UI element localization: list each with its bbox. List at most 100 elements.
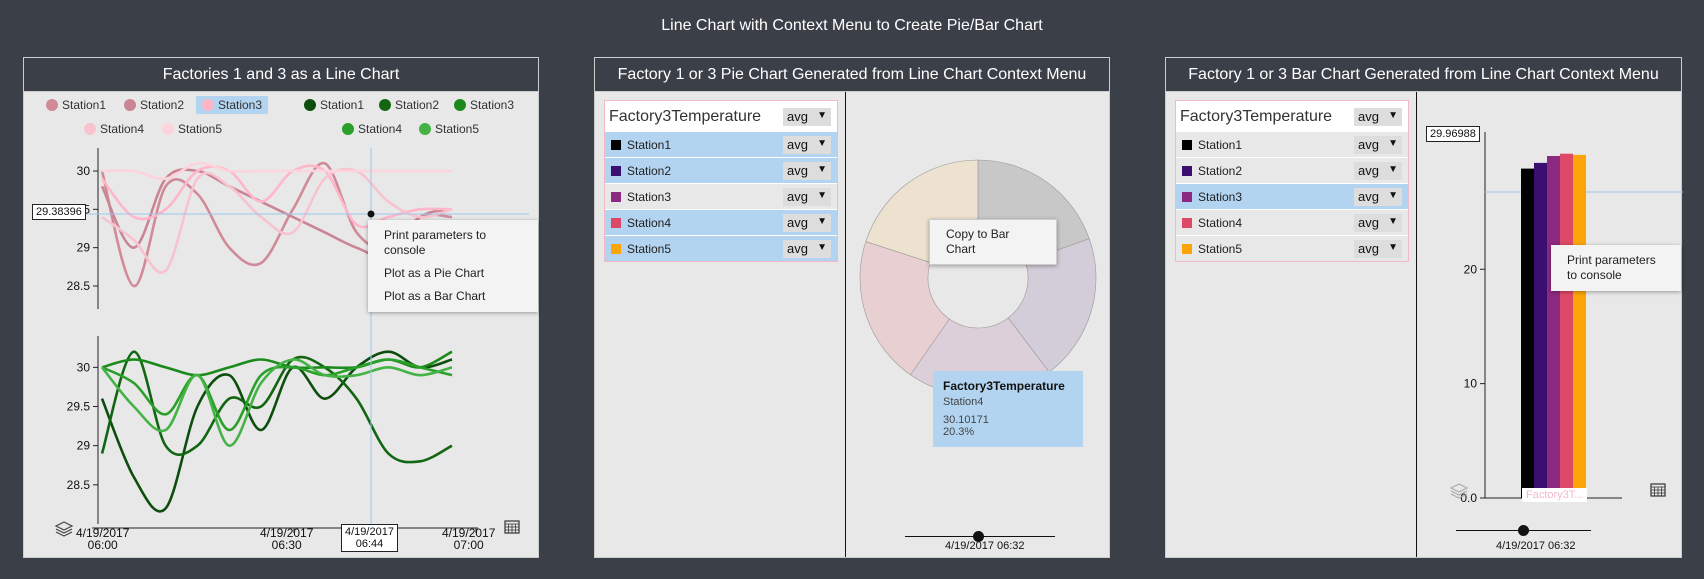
y-tick-label: 29 — [77, 241, 91, 255]
slider-handle[interactable] — [1518, 525, 1529, 536]
crosshair-point — [367, 210, 375, 218]
y-tick-label: 30 — [77, 164, 91, 178]
series-line-station5[interactable] — [101, 161, 452, 181]
tooltip-value: 30.10171 — [943, 414, 989, 426]
pie-agg-select[interactable]: avg ▼ — [783, 108, 831, 126]
select-value: avg — [787, 163, 808, 178]
y-tick-label: 30 — [77, 360, 91, 374]
bar-time-slider[interactable] — [1456, 524, 1591, 538]
pie-row-station1[interactable]: Station1 avg ▼ — [605, 131, 837, 157]
bar-row-station1[interactable]: Station1 avg ▼ — [1176, 131, 1408, 157]
color-swatch — [611, 140, 621, 150]
bar-y-tracker-value: 29.96988 — [1426, 126, 1480, 142]
x-tracker-time: 4/19/2017 06:44 — [341, 524, 398, 552]
select-value: avg — [787, 137, 808, 152]
color-swatch — [611, 244, 621, 254]
pie-row-station3[interactable]: Station3 avg ▼ — [605, 183, 837, 209]
bar-station4[interactable] — [1560, 153, 1573, 498]
station-agg-select[interactable]: avg ▼ — [783, 240, 831, 258]
y-tick-label: 29.5 — [67, 400, 91, 414]
color-swatch — [1182, 140, 1192, 150]
station-agg-select[interactable]: avg ▼ — [783, 214, 831, 232]
line-context-menu: Print parameters to console Plot as a Pi… — [368, 220, 538, 312]
pie-station-list: Station1 avg ▼ Station2 avg ▼ Station3 avg ▼ Stat… — [605, 131, 837, 261]
layers-icon[interactable] — [1449, 482, 1469, 500]
station-name: Station3 — [627, 190, 672, 204]
color-swatch — [611, 218, 621, 228]
chevron-down-icon: ▼ — [1388, 190, 1398, 201]
menu-plot-bar[interactable]: Plot as a Bar Chart — [368, 285, 538, 308]
x-tick-time: 06:00 — [87, 538, 118, 552]
station-agg-select[interactable]: avg ▼ — [1354, 240, 1402, 258]
pie-context-menu: Copy to Bar Chart — [929, 219, 1057, 265]
station-agg-select[interactable]: avg ▼ — [1354, 214, 1402, 232]
station-name: Station1 — [627, 138, 672, 152]
select-value: avg — [1358, 215, 1379, 230]
line-chart-panel: Factories 1 and 3 as a Line Chart Statio… — [23, 57, 539, 558]
chevron-down-icon: ▼ — [1388, 242, 1398, 253]
station-name: Station2 — [1198, 164, 1243, 178]
station-name: Station4 — [1198, 216, 1243, 230]
pie-row-station2[interactable]: Station2 avg ▼ — [605, 157, 837, 183]
pie-row-station4[interactable]: Station4 avg ▼ — [605, 209, 837, 235]
select-value: avg — [1358, 163, 1379, 178]
bar-station1[interactable] — [1521, 168, 1534, 498]
station-agg-select[interactable]: avg ▼ — [783, 188, 831, 206]
tooltip-station: Station4 — [943, 396, 984, 408]
color-swatch — [1182, 244, 1192, 254]
bar-series-control: Factory3Temperature avg ▼ Station1 avg ▼ Sta… — [1175, 100, 1409, 262]
chevron-down-icon: ▼ — [817, 138, 827, 149]
station-agg-select[interactable]: avg ▼ — [1354, 162, 1402, 180]
x-tick-0630: 4/19/2017 06:30 — [260, 527, 313, 551]
bar-row-station5[interactable]: Station5 avg ▼ — [1176, 235, 1408, 261]
bar-row-station3[interactable]: Station3 avg ▼ — [1176, 183, 1408, 209]
bar-row-station4[interactable]: Station4 avg ▼ — [1176, 209, 1408, 235]
select-value: avg — [1358, 109, 1379, 124]
pie-chart-panel-title: Factory 1 or 3 Pie Chart Generated from … — [595, 58, 1109, 92]
menu-print-parameters[interactable]: Print parameters to console — [1551, 249, 1681, 287]
color-swatch — [1182, 218, 1192, 228]
y-tick-label: 28.5 — [67, 279, 91, 293]
chevron-down-icon: ▼ — [1388, 216, 1398, 227]
bar-chart-plot[interactable]: 0.01020 — [1417, 92, 1683, 532]
layers-icon[interactable] — [54, 520, 74, 538]
menu-plot-pie[interactable]: Plot as a Pie Chart — [368, 262, 538, 285]
calendar-grid-icon[interactable] — [1650, 482, 1666, 498]
bar-slider-label: 4/19/2017 06:32 — [1496, 540, 1576, 552]
station-name: Station2 — [627, 164, 672, 178]
station-name: Station3 — [1198, 190, 1243, 204]
chevron-down-icon: ▼ — [817, 190, 827, 201]
select-value: avg — [787, 189, 808, 204]
menu-print-parameters[interactable]: Print parameters to console — [368, 224, 538, 262]
bar-station3[interactable] — [1547, 156, 1560, 499]
tooltip-percent: 20.3% — [943, 426, 975, 438]
page-title: Line Chart with Context Menu to Create P… — [661, 17, 1043, 34]
bar-station2[interactable] — [1534, 162, 1547, 498]
select-value: avg — [1358, 137, 1379, 152]
station-agg-select[interactable]: avg ▼ — [783, 136, 831, 154]
color-swatch — [1182, 166, 1192, 176]
pie-chart-panel: Factory 1 or 3 Pie Chart Generated from … — [594, 57, 1110, 558]
menu-copy-to-bar[interactable]: Copy to Bar Chart — [930, 220, 1056, 264]
bar-station-list: Station1 avg ▼ Station2 avg ▼ Station3 avg ▼ Stat… — [1176, 131, 1408, 261]
station-agg-select[interactable]: avg ▼ — [1354, 188, 1402, 206]
y-tick-label: 28.5 — [67, 478, 91, 492]
bar-row-station2[interactable]: Station2 avg ▼ — [1176, 157, 1408, 183]
pie-chart-plot[interactable] — [845, 92, 1111, 552]
y-tracker-value: 29.38396 — [32, 204, 86, 220]
pie-row-station5[interactable]: Station5 avg ▼ — [605, 235, 837, 261]
series-line-station1[interactable] — [100, 350, 453, 513]
color-swatch — [1182, 192, 1192, 202]
chevron-down-icon: ▼ — [1388, 164, 1398, 175]
pie-slider-label: 4/19/2017 06:32 — [945, 540, 1025, 552]
calendar-grid-icon[interactable] — [504, 519, 520, 535]
bar-station5[interactable] — [1573, 154, 1586, 498]
bar-agg-select[interactable]: avg ▼ — [1354, 108, 1402, 126]
select-value: avg — [1358, 189, 1379, 204]
bar-context-menu: Print parameters to console — [1551, 245, 1681, 291]
select-value: avg — [1358, 241, 1379, 256]
station-agg-select[interactable]: avg ▼ — [1354, 136, 1402, 154]
bar-control-title: Factory3Temperature — [1180, 108, 1333, 125]
station-name: Station5 — [1198, 242, 1243, 256]
station-agg-select[interactable]: avg ▼ — [783, 162, 831, 180]
